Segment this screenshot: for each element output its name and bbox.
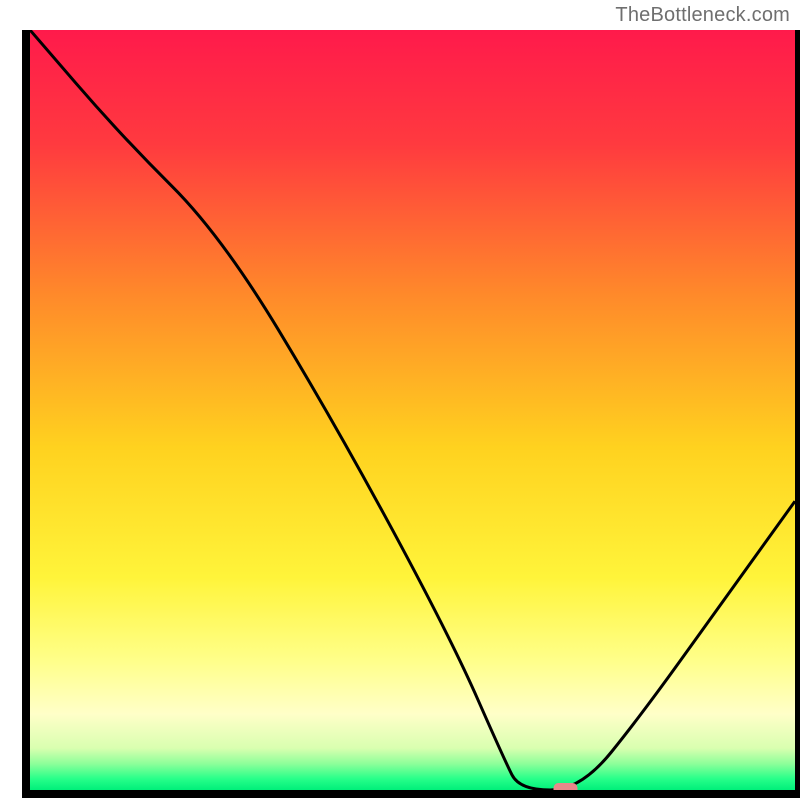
y-axis <box>22 30 30 798</box>
chart-container: TheBottleneck.com <box>0 0 800 800</box>
bottleneck-chart <box>0 0 800 800</box>
watermark-label: TheBottleneck.com <box>615 4 790 27</box>
plot-background <box>30 30 795 790</box>
x-axis <box>22 790 800 798</box>
right-border <box>795 30 800 798</box>
